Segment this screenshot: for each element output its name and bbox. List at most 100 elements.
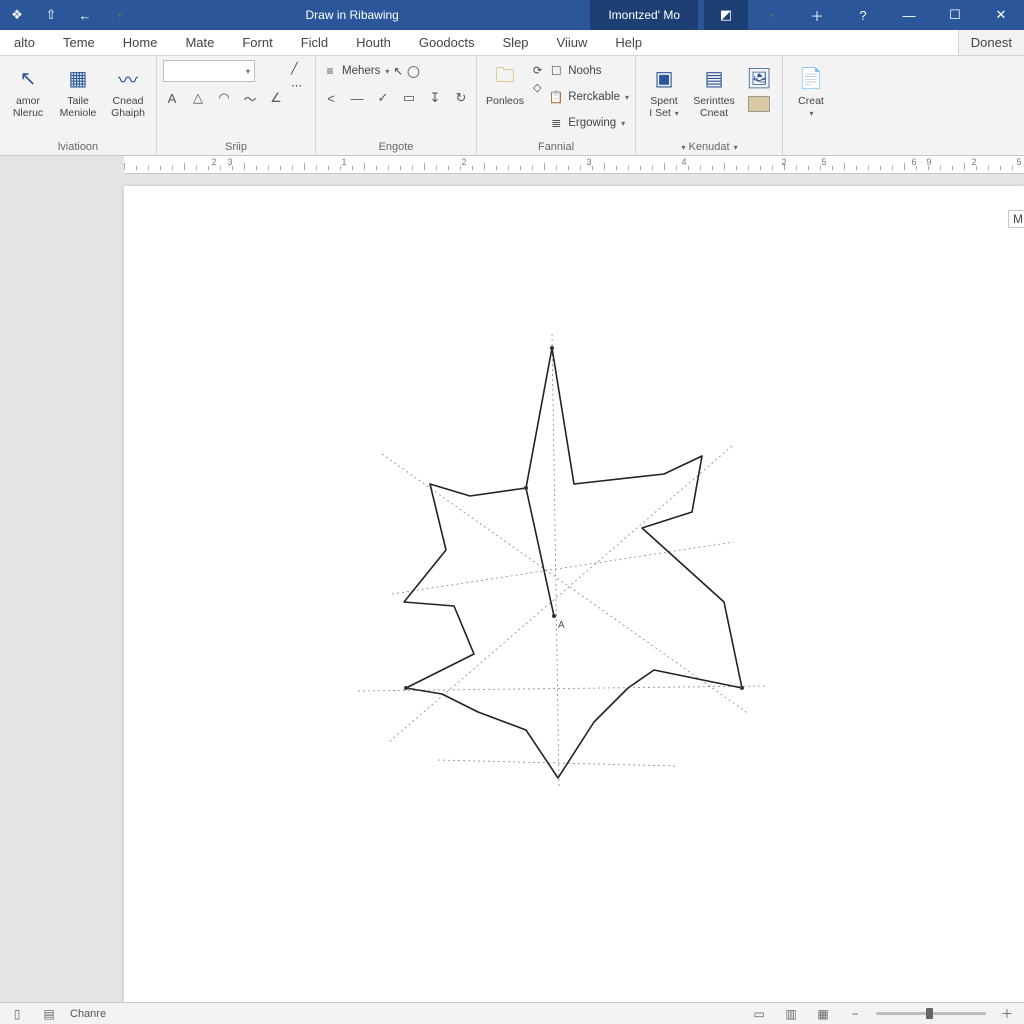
status-bar: ▯ ▤ Chanre ▭ ▥ ▦ − ＋ (0, 1002, 1024, 1024)
tab-help[interactable]: Help (601, 30, 656, 55)
mehers-dropdown[interactable]: ≡ Mehers ▾ ↖ ◯ (322, 60, 470, 82)
ergowing-dropdown[interactable]: ≣ Ergowing ▾ (548, 112, 629, 134)
line-small-icon[interactable]: ― (348, 89, 366, 107)
creat-button[interactable]: 📄 Creat▾ (789, 60, 833, 119)
ponleos-button[interactable]: 🗀 Ponleos (483, 60, 527, 108)
workspace[interactable]: M A (0, 174, 1024, 1002)
clipboard-icon: 📋 (548, 89, 564, 105)
cursor-icon: ↖ (12, 62, 44, 94)
zoom-slider[interactable] (876, 1012, 986, 1015)
help-icon[interactable]: ? (840, 0, 886, 30)
arc-icon[interactable]: ◠ (215, 89, 233, 107)
share-button[interactable]: Donest (958, 30, 1024, 55)
group-label-fannial: Fannial (483, 141, 629, 155)
status-page-icon[interactable]: ▯ (6, 1005, 28, 1023)
drawing-canvas[interactable]: A (294, 306, 814, 866)
center-point-label: A (558, 620, 565, 631)
snap-icon[interactable]: ↧ (426, 89, 444, 107)
maximize-icon[interactable]: ☐ (932, 0, 978, 30)
ergowing-label: Ergowing (568, 117, 616, 129)
diamond-icon[interactable]: ◇ (533, 81, 542, 94)
combo-selector[interactable]: ▾ (163, 60, 255, 82)
view-read-icon[interactable]: ▭ (748, 1005, 770, 1023)
tab-goodocts[interactable]: Goodocts (405, 30, 489, 55)
page-icon: 📄 (795, 62, 827, 94)
ribbon-group-creat: 📄 Creat▾ (783, 56, 839, 155)
window-icon: ☐ (548, 63, 564, 79)
nav-btn3-label-top: Cnead (113, 95, 144, 107)
noohs-label: Noohs (568, 65, 601, 77)
tab-fornt[interactable]: Fornt (228, 30, 286, 55)
ribbon-tabs: alto Teme Home Mate Fornt Ficld Houth Go… (0, 30, 1024, 56)
view-print-icon[interactable]: ▥ (780, 1005, 802, 1023)
refresh-icon[interactable]: ⟳ (533, 64, 542, 77)
box-icon: ▣ (648, 62, 680, 94)
mode-badge[interactable]: Imontzed' Mo (590, 0, 698, 30)
rotate-icon[interactable]: ↻ (452, 89, 470, 107)
nav-button-3[interactable]: 〰 CneadGhaiph (106, 60, 150, 119)
rerckable-dropdown[interactable]: 📋 Rerckable ▾ (548, 86, 629, 108)
prev-icon[interactable]: < (322, 89, 340, 107)
status-layout-icon[interactable]: ▤ (38, 1005, 60, 1023)
zoom-thumb[interactable] (926, 1008, 933, 1019)
check-icon[interactable]: ✓ (374, 89, 392, 107)
tab-field[interactable]: Ficld (287, 30, 342, 55)
tab-alto[interactable]: alto (0, 30, 49, 55)
folder-icon: 🗀 (489, 62, 521, 94)
curve-icon[interactable]: 〜 (241, 89, 259, 107)
serinttes-button[interactable]: ▤ SerinttesCneat (692, 60, 736, 119)
noohs-dropdown[interactable]: ☐ Noohs (548, 60, 629, 82)
tab-view[interactable]: Viiuw (543, 30, 602, 55)
ribbon-group-snip: ▾ A △ ◠ 〜 ∠ ╱ ⋯ Sriip (157, 56, 316, 155)
ruler-num: 5 (821, 157, 826, 167)
horizontal-ruler[interactable]: 2 3 1 2 3 4 2 5 6 9 2 5 (124, 156, 1024, 174)
nav-btn2-label-top: Taile (67, 95, 89, 107)
lasso-small-icon[interactable]: ◯ (407, 64, 420, 78)
app-icon[interactable]: ❖ (4, 0, 30, 30)
add-icon[interactable]: ＋ (794, 0, 840, 30)
rect-icon[interactable]: ▭ (400, 89, 418, 107)
triangle-icon[interactable]: △ (189, 89, 207, 107)
list-icon: ≣ (548, 115, 564, 131)
document-page[interactable]: M A (124, 186, 1024, 1002)
image-button[interactable]: 🖼 (742, 60, 776, 112)
tab-home[interactable]: Home (109, 30, 172, 55)
nav-btn2-label-bot: Meniole (60, 107, 97, 119)
tab-mate[interactable]: Mate (171, 30, 228, 55)
line-icon[interactable]: ╱ (291, 62, 309, 75)
back-icon[interactable]: ← (72, 0, 98, 30)
tab-slep[interactable]: Slep (489, 30, 543, 55)
nav-button-1[interactable]: ↖ amorNleruc (6, 60, 50, 119)
pen-mode-icon[interactable]: ◩ (704, 0, 748, 30)
qat-more-icon[interactable]: ▾ (106, 0, 132, 30)
spent-button[interactable]: ▣ SpentI Set ▾ (642, 60, 686, 119)
nav-button-2[interactable]: ▦ TaileMeniole (56, 60, 100, 119)
nav-btn3-label-bot: Ghaiph (111, 107, 145, 119)
tab-houth[interactable]: Houth (342, 30, 405, 55)
stack-icon: ▤ (698, 62, 730, 94)
nav-btn1-label-top: amor (16, 95, 40, 107)
view-web-icon[interactable]: ▦ (812, 1005, 834, 1023)
minimize-icon[interactable]: ― (886, 0, 932, 30)
serinttes-label-bot: Cneat (700, 107, 728, 119)
serinttes-label-top: Serinttes (693, 95, 734, 107)
more-icon[interactable]: ▾ (748, 0, 794, 30)
angle-icon[interactable]: ∠ (267, 89, 285, 107)
ruler-num: 5 (1016, 157, 1021, 167)
swatch-icon[interactable] (748, 96, 770, 112)
ruler-num: 4 (681, 157, 686, 167)
ruler-num: 1 (341, 157, 346, 167)
margin-marker[interactable]: M (1008, 210, 1024, 228)
more-shapes-icon[interactable]: ⋯ (291, 79, 309, 92)
spent-label-top: Spent (650, 95, 677, 107)
spent-label-bot: I Set (649, 107, 671, 119)
zoom-out-icon[interactable]: − (844, 1005, 866, 1023)
ruler-num: 2 (211, 157, 216, 167)
text-icon[interactable]: A (163, 89, 181, 107)
close-icon[interactable]: ✕ (978, 0, 1024, 30)
ribbon-group-navigation: ↖ amorNleruc ▦ TaileMeniole 〰 CneadGhaip… (0, 56, 157, 155)
tab-teme[interactable]: Teme (49, 30, 109, 55)
zoom-in-icon[interactable]: ＋ (996, 1005, 1018, 1023)
pointer-small-icon[interactable]: ↖ (393, 64, 403, 78)
share-icon[interactable]: ⇧ (38, 0, 64, 30)
